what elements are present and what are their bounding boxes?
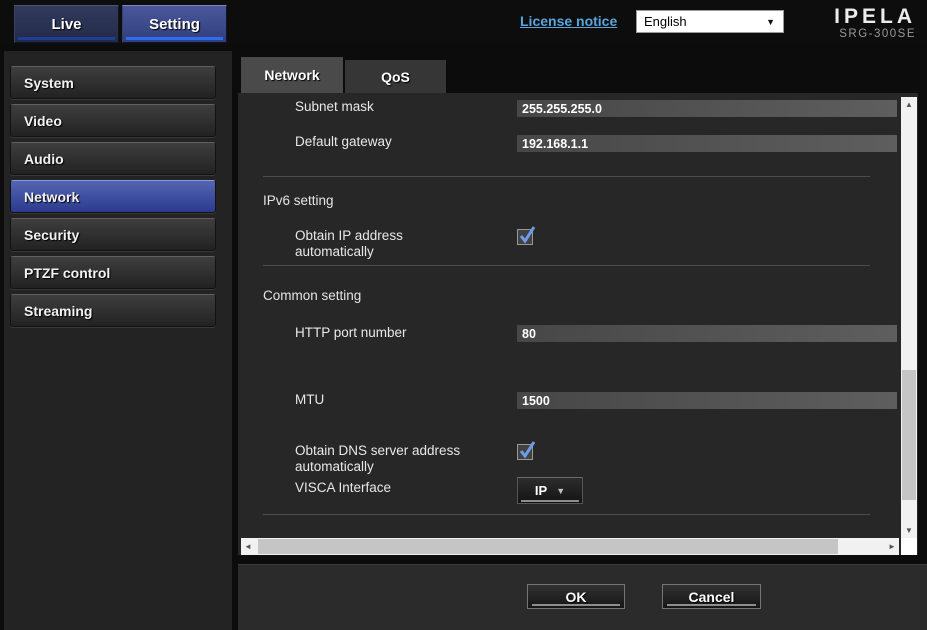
http-port-input[interactable] (517, 325, 897, 342)
button-bottom-strip (532, 604, 620, 606)
setting-tab-button[interactable]: Setting (122, 5, 227, 43)
button-bottom-strip (667, 604, 756, 606)
section-divider (263, 176, 870, 177)
scroll-up-icon[interactable]: ▲ (901, 97, 917, 112)
obtain-dns-label: Obtain DNS server address automatically (295, 443, 460, 475)
scrollbar-corner (901, 538, 917, 555)
sidebar-item-label: Network (24, 189, 79, 205)
default-gateway-label: Default gateway (295, 134, 392, 150)
vertical-scrollbar[interactable]: ▲ ▼ (901, 97, 917, 538)
setting-tab-label: Setting (149, 16, 200, 33)
sidebar-item-security[interactable]: Security (10, 218, 216, 251)
sidebar-item-label: Audio (24, 151, 64, 167)
tab-qos-label: QoS (381, 69, 410, 85)
obtain-ip-label-line2: automatically (295, 244, 403, 260)
mtu-input[interactable] (517, 392, 897, 409)
bottom-action-bar: OK Cancel (238, 564, 927, 630)
ok-button-label: OK (566, 589, 587, 605)
license-notice-link[interactable]: License notice (520, 13, 617, 29)
ok-button[interactable]: OK (527, 584, 625, 609)
tab-qos[interactable]: QoS (345, 60, 446, 93)
live-tab-button[interactable]: Live (14, 5, 119, 43)
sidebar-item-label: Streaming (24, 303, 92, 319)
sidebar-item-system[interactable]: System (10, 66, 216, 99)
live-tab-label: Live (51, 16, 81, 33)
sidebar-item-ptzf-control[interactable]: PTZF control (10, 256, 216, 289)
horizontal-scrollbar-thumb[interactable] (258, 539, 838, 554)
visca-interface-value: IP (535, 483, 547, 498)
language-select-value: English (644, 14, 687, 29)
dropdown-bottom-strip (521, 500, 579, 502)
checkmark-icon (518, 226, 536, 242)
sidebar-item-label: System (24, 75, 74, 91)
scroll-right-icon[interactable]: ► (885, 538, 899, 555)
setting-tab-underline (126, 37, 223, 40)
section-divider (263, 265, 870, 266)
network-settings-panel: Subnet mask Default gateway IPv6 setting… (238, 93, 918, 555)
sidebar-item-label: Video (24, 113, 62, 129)
sidebar-item-label: PTZF control (24, 265, 110, 281)
live-tab-underline (18, 37, 115, 40)
sidebar-nav: System Video Audio Network Security PTZF… (4, 51, 232, 630)
section-divider (263, 514, 870, 515)
dropdown-arrow-icon: ▼ (556, 486, 565, 496)
scroll-down-icon[interactable]: ▼ (901, 523, 917, 538)
mtu-label: MTU (295, 392, 324, 408)
common-section-title: Common setting (263, 288, 361, 303)
sidebar-item-video[interactable]: Video (10, 104, 216, 137)
scroll-left-icon[interactable]: ◄ (241, 538, 255, 555)
sidebar-item-audio[interactable]: Audio (10, 142, 216, 175)
obtain-ip-label-line1: Obtain IP address (295, 228, 403, 244)
sidebar-item-network[interactable]: Network (10, 180, 216, 213)
select-arrow-icon: ▼ (766, 17, 775, 27)
tab-network-label: Network (264, 67, 319, 83)
sidebar-item-label: Security (24, 227, 79, 243)
horizontal-scrollbar[interactable]: ◄ ► (241, 538, 899, 555)
default-gateway-input[interactable] (517, 135, 897, 152)
subnet-mask-input[interactable] (517, 100, 897, 117)
sidebar-item-streaming[interactable]: Streaming (10, 294, 216, 327)
obtain-dns-label-line1: Obtain DNS server address (295, 443, 460, 459)
obtain-ip-label: Obtain IP address automatically (295, 228, 403, 260)
language-select[interactable]: English ▼ (636, 10, 784, 33)
top-bar: Live Setting License notice English ▼ IP… (0, 0, 927, 45)
tab-network[interactable]: Network (241, 57, 343, 93)
http-port-label: HTTP port number (295, 325, 407, 341)
brand-box: IPELA SRG-300SE (786, 5, 916, 41)
vertical-scrollbar-thumb[interactable] (902, 370, 916, 500)
model-label: SRG-300SE (786, 28, 916, 41)
obtain-dns-label-line2: automatically (295, 459, 460, 475)
checkmark-icon (518, 441, 536, 457)
cancel-button[interactable]: Cancel (662, 584, 761, 609)
ipela-logo: IPELA (786, 5, 916, 28)
ipv6-section-title: IPv6 setting (263, 193, 334, 208)
cancel-button-label: Cancel (689, 589, 735, 605)
obtain-dns-checkbox[interactable] (517, 444, 533, 460)
subnet-mask-label: Subnet mask (295, 99, 374, 115)
visca-interface-label: VISCA Interface (295, 480, 391, 496)
obtain-ip-checkbox[interactable] (517, 229, 533, 245)
visca-interface-dropdown[interactable]: IP ▼ (517, 477, 583, 504)
